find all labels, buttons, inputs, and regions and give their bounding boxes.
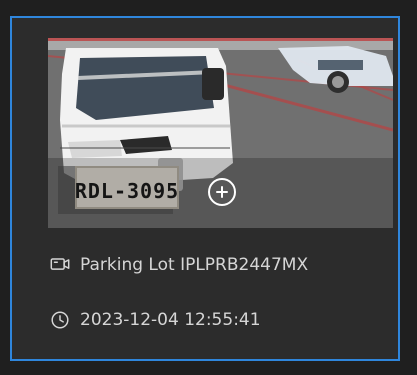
timestamp-label: 2023-12-04 12:55:41 (80, 310, 261, 330)
camera-row: Parking Lot IPLPRB2447MX (48, 253, 308, 277)
camera-icon (48, 253, 72, 277)
vehicle-snapshot[interactable]: RDL-3095 (48, 38, 393, 228)
add-circle-icon (216, 186, 228, 198)
capture-card[interactable]: RDL-3095 Parking Lot IPLPRB2447MX 2023-1 (10, 16, 400, 361)
timestamp-row: 2023-12-04 12:55:41 (48, 308, 261, 332)
clock-icon (48, 308, 72, 332)
camera-label: Parking Lot IPLPRB2447MX (80, 255, 309, 275)
add-button[interactable] (208, 178, 236, 206)
